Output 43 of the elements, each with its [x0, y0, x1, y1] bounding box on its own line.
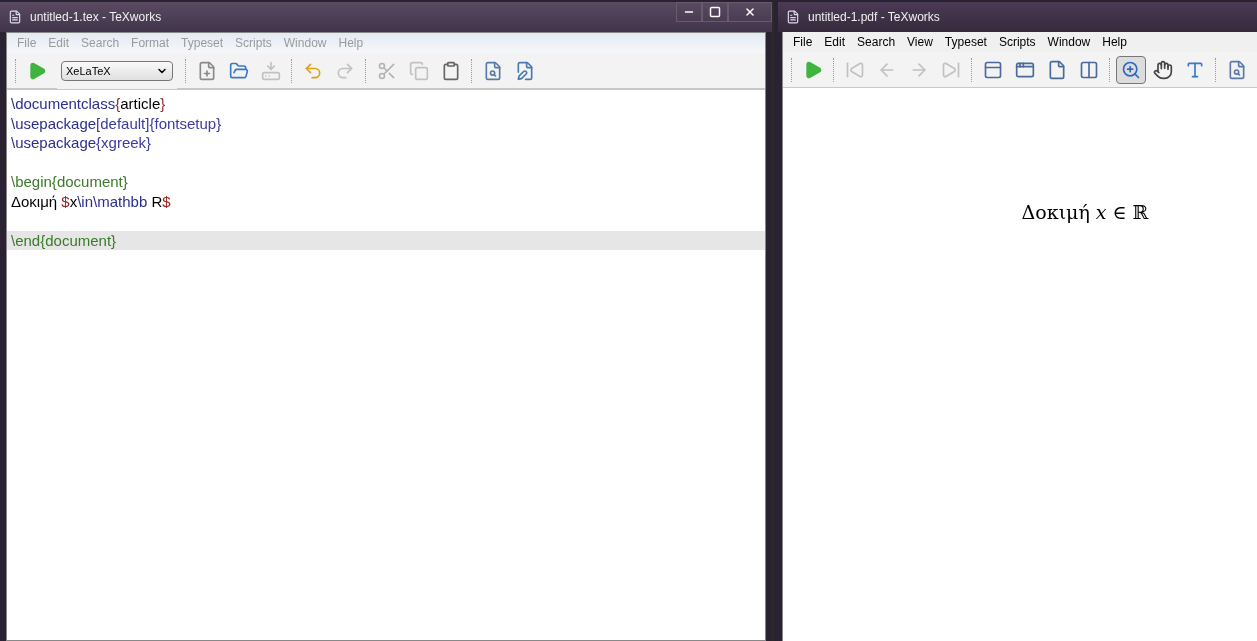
menu-item[interactable]: Typeset [938, 33, 993, 51]
hand-icon [1153, 59, 1173, 80]
menu-item[interactable]: Window [1041, 33, 1097, 51]
document-search-icon [483, 60, 503, 81]
menu-item[interactable]: Search [851, 33, 902, 51]
redo-icon [335, 60, 355, 81]
window-title: untitled-1.tex - TeXworks [30, 9, 162, 26]
menu-item[interactable]: Help [1096, 33, 1133, 51]
maximize-icon [709, 6, 721, 18]
minimize-button[interactable] [676, 2, 702, 22]
engine-dropdown[interactable]: XeLaTeX [61, 61, 173, 81]
menu-item[interactable]: File [787, 33, 819, 51]
document-icon [786, 9, 800, 25]
zoom-button[interactable] [1116, 55, 1146, 84]
menu-item[interactable]: Edit [818, 33, 852, 51]
scissors-icon [377, 60, 397, 81]
menu-item[interactable]: Scripts [992, 33, 1042, 51]
page-icon [1047, 59, 1067, 80]
page-layout-icon [1079, 59, 1099, 80]
window-title: untitled-1.pdf - TeXworks [808, 9, 940, 26]
play-icon [803, 59, 823, 80]
code-line: \usepackage{xgreek} [10, 133, 153, 153]
document-search-icon [1227, 59, 1247, 80]
pdf-text: Δοκιμή x ∈ ℝ [1021, 200, 1149, 224]
document-icon [8, 9, 22, 25]
save-icon [261, 60, 281, 81]
menu-item[interactable]: View [901, 33, 939, 51]
document-pen-icon [515, 60, 535, 81]
magnifier-icon [1121, 59, 1141, 80]
undo-icon [303, 60, 323, 81]
page-layout-icon [983, 59, 1003, 80]
clipboard-icon [441, 60, 461, 81]
code-line: \begin{document} [10, 172, 129, 192]
code-line: Δοκιμή $x\in\mathbb R$ [10, 191, 172, 211]
close-button[interactable] [728, 2, 772, 22]
folder-icon [229, 60, 249, 81]
maximize-button[interactable] [702, 2, 728, 22]
code-line: \usepackage[default]{fontsetup} [10, 113, 223, 133]
close-icon [744, 6, 756, 18]
code-line: \documentclass{article} [10, 94, 167, 114]
copy-icon [409, 60, 429, 81]
new-file-icon [197, 60, 217, 81]
play-icon [27, 60, 47, 81]
